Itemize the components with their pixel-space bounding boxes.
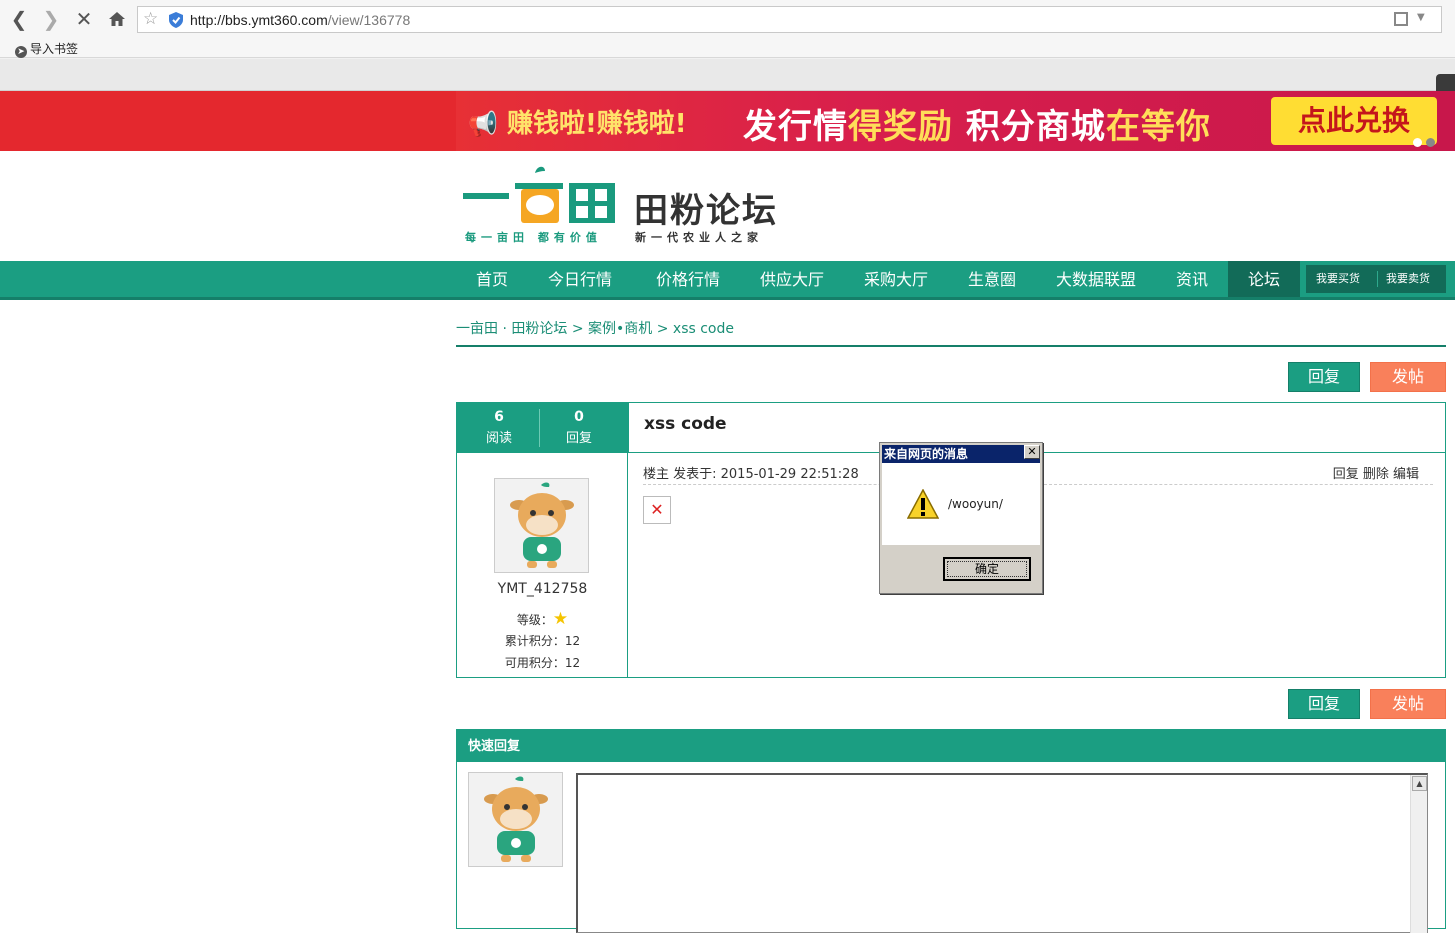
trade-divider <box>1377 271 1378 287</box>
thread-title: xss code <box>644 414 727 434</box>
banner-pagination <box>1413 136 1439 151</box>
nav-item-price-market[interactable]: 价格行情 <box>644 261 732 297</box>
post-actions[interactable]: 回复 删除 编辑 <box>1333 463 1419 482</box>
new-post-button-top[interactable]: 发帖 <box>1370 362 1446 392</box>
reply-count: 0 回复 <box>537 403 621 453</box>
broken-image-icon: ✕ <box>643 496 671 524</box>
banner-headline-d: 在等你 <box>1105 107 1211 147</box>
import-bookmarks-label: 导入书签 <box>30 42 79 56</box>
main-nav: 首页 今日行情 价格行情 供应大厅 采购大厅 生意圈 大数据联盟 资讯 论坛 我… <box>0 261 1455 300</box>
url-text[interactable]: http://bbs.ymt360.com/view/136778 <box>190 12 410 28</box>
banner-content: 📢 赚钱啦!赚钱啦! 发行情得奖励 积分商城在等你 点此兑换 <box>456 91 1455 151</box>
nav-item-big-data[interactable]: 大数据联盟 <box>1046 261 1146 297</box>
cow-mascot-icon <box>484 776 548 862</box>
breadcrumb-home[interactable]: 一亩田 · 田粉论坛 <box>456 321 567 337</box>
author-avatar[interactable] <box>494 478 589 573</box>
textarea-scrollbar[interactable]: ▲ <box>1410 775 1427 933</box>
reply-button-bottom[interactable]: 回复 <box>1288 689 1360 719</box>
banner-headline-a: 发行情 <box>743 107 848 147</box>
import-bookmarks-link[interactable]: ➤ 导入书签 <box>15 40 78 58</box>
dialog-ok-button[interactable]: 确定 <box>943 557 1031 581</box>
dialog-title: 来自网页的消息 <box>882 445 1040 463</box>
address-bar[interactable]: ☆ http://bbs.ymt360.com/view/136778 ▼ <box>137 6 1442 33</box>
banner-headline-b: 得奖励 <box>848 107 953 147</box>
reply-count-value: 0 <box>574 409 584 425</box>
url-host: http://bbs.ymt360.com <box>190 12 328 28</box>
browser-toolbar: ❮ ❯ ✕ ☆ http://bbs.ymt360.com/view/13677… <box>0 0 1455 38</box>
scroll-up-icon[interactable]: ▲ <box>1412 776 1427 791</box>
logo-slogan-left: 每一亩田 都有价值 <box>465 231 602 244</box>
forward-icon[interactable]: ❯ <box>40 7 62 31</box>
site-logo[interactable]: 田粉论坛 每一亩田 都有价值 新一代农业人之家 <box>463 165 793 247</box>
breadcrumb-sep-2: > <box>656 321 669 337</box>
author-panel: YMT_412758 等级：★ 累计积分：12 可用积分：12 <box>457 453 628 677</box>
level-star-icon: ★ <box>552 609 569 629</box>
dropdown-arrow-icon[interactable]: ▼ <box>1417 12 1425 23</box>
warning-icon <box>907 489 939 519</box>
read-count-value: 6 <box>494 409 504 425</box>
banner-dot-2[interactable] <box>1426 138 1435 147</box>
bookmarks-bar: ➤ 导入书签 <box>0 38 1455 58</box>
nav-item-purchase-hall[interactable]: 采购大厅 <box>852 261 940 297</box>
nav-item-news[interactable]: 资讯 <box>1162 261 1222 297</box>
nav-item-forum[interactable]: 论坛 <box>1228 261 1300 297</box>
trade-buttons: 我要买货 我要卖货 <box>1306 265 1446 293</box>
author-available-points: 可用积分：12 <box>504 656 581 670</box>
author-name[interactable]: YMT_412758 <box>457 581 628 597</box>
banner-earn-label: 赚钱啦!赚钱啦! <box>506 109 687 139</box>
back-icon[interactable]: ❮ <box>8 7 30 31</box>
read-count-label: 阅读 <box>485 431 512 446</box>
import-arrow-icon: ➤ <box>15 46 27 58</box>
logo-slogan-right: 新一代农业人之家 <box>635 231 763 244</box>
breadcrumb-current: xss code <box>672 321 734 337</box>
reply-count-label: 回复 <box>565 431 592 446</box>
banner-dot-1[interactable] <box>1413 138 1422 147</box>
nav-item-today-market[interactable]: 今日行情 <box>536 261 624 297</box>
dialog-close-icon[interactable]: ✕ <box>1024 445 1040 459</box>
breadcrumb-sep-1: > <box>571 321 584 337</box>
author-level-label: 等级： <box>516 613 553 627</box>
current-user-avatar[interactable] <box>468 772 563 867</box>
breadcrumb-section[interactable]: 案例•商机 <box>588 321 652 337</box>
post-meta-text: 楼主 发表于: 2015-01-29 22:51:28 <box>643 467 859 482</box>
nav-item-home[interactable]: 首页 <box>460 261 524 297</box>
reply-button-top[interactable]: 回复 <box>1288 362 1360 392</box>
alert-dialog: 来自网页的消息 ✕ /wooyun/ 确定 <box>879 442 1043 594</box>
author-total-points: 累计积分：12 <box>504 634 581 648</box>
banner-earn-text: 📢 赚钱啦!赚钱啦! <box>468 103 687 140</box>
quick-reply-heading: 快速回复 <box>457 730 1445 762</box>
dialog-body: /wooyun/ <box>882 463 1040 545</box>
home-icon[interactable] <box>106 7 128 31</box>
author-level: 等级：★ <box>457 609 628 629</box>
banner-headline: 发行情得奖励 积分商城在等你 <box>743 99 1211 148</box>
nav-item-business-circle[interactable]: 生意圈 <box>956 261 1028 297</box>
banner-headline-c: 积分商城 <box>953 107 1106 147</box>
promo-banner[interactable]: 📢 赚钱啦!赚钱啦! 发行情得奖励 积分商城在等你 点此兑换 <box>0 91 1455 151</box>
quick-reply-panel: 快速回复 ▲ <box>456 729 1446 933</box>
megaphone-icon: 📢 <box>468 110 498 138</box>
forum-title: 田粉论坛 <box>634 191 778 231</box>
url-path: /view/136778 <box>327 12 411 28</box>
thread-stats: 6 阅读 0 回复 <box>457 403 628 453</box>
page-top-strip <box>0 59 1455 91</box>
yimutian-logo-icon <box>463 166 615 223</box>
dialog-message: /wooyun/ <box>948 497 1003 511</box>
quick-reply-textarea[interactable]: ▲ <box>576 773 1428 933</box>
bookmark-star-icon[interactable]: ☆ <box>143 9 158 29</box>
breadcrumb: 一亩田 · 田粉论坛 > 案例•商机 > xss code <box>456 318 1446 347</box>
security-shield-icon <box>169 12 183 28</box>
nav-item-supply-hall[interactable]: 供应大厅 <box>748 261 836 297</box>
qr-code-icon[interactable] <box>1394 12 1408 26</box>
read-count: 6 阅读 <box>457 403 541 453</box>
buy-goods-button[interactable]: 我要买货 <box>1316 265 1360 293</box>
sell-goods-button[interactable]: 我要卖货 <box>1386 265 1430 293</box>
browser-chrome: ❮ ❯ ✕ ☆ http://bbs.ymt360.com/view/13677… <box>0 0 1455 91</box>
cow-mascot-icon <box>510 482 574 568</box>
stop-icon[interactable]: ✕ <box>73 7 95 31</box>
new-post-button-bottom[interactable]: 发帖 <box>1370 689 1446 719</box>
